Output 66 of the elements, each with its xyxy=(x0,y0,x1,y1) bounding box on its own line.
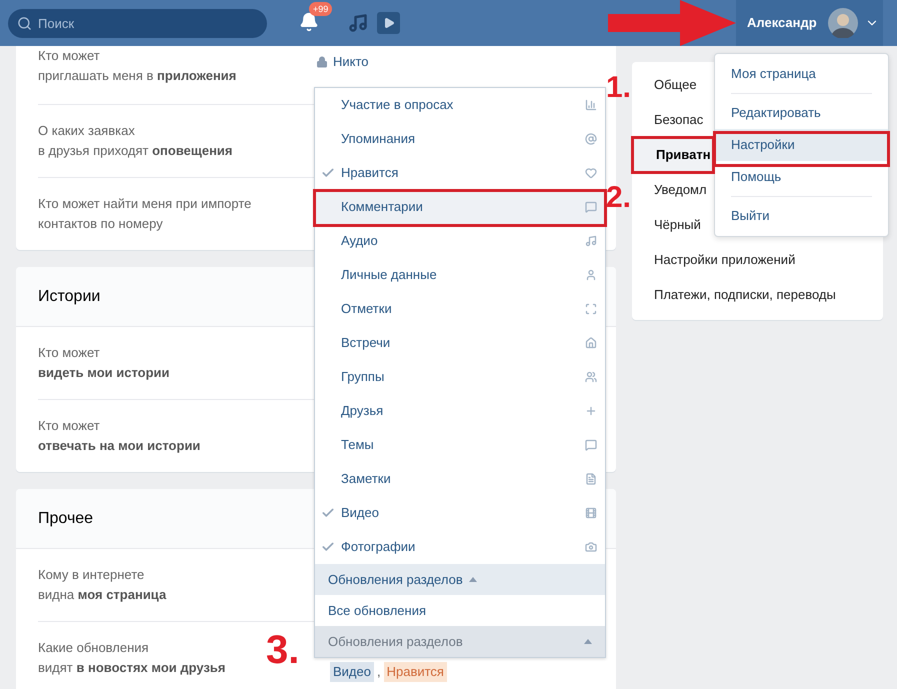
check-icon xyxy=(321,166,335,180)
setting-label: О каких заявках в друзья приходят оповещения xyxy=(38,122,233,160)
caret-icon xyxy=(584,639,592,644)
step-number: 3. xyxy=(266,628,300,672)
privacy-value[interactable]: Никто xyxy=(333,52,369,72)
profile-menu-item[interactable]: Редактировать xyxy=(715,97,888,129)
camera-icon xyxy=(585,541,597,553)
dropdown-option[interactable]: Упоминания xyxy=(315,122,605,156)
section-title: Истории xyxy=(38,286,100,306)
setting-label: Кому в интернете видна моя страница xyxy=(38,566,166,604)
user-menu-button[interactable]: Александр xyxy=(736,0,883,46)
house-icon xyxy=(585,337,597,349)
at-sign-icon xyxy=(585,133,597,145)
dropdown-option[interactable]: Темы xyxy=(315,428,605,462)
check-icon xyxy=(321,540,335,554)
dropdown-option[interactable]: Видео xyxy=(315,496,605,530)
dropdown-option[interactable]: Участие в опросах xyxy=(315,88,605,122)
search-field[interactable]: Поиск xyxy=(8,8,267,38)
settings-menu-item[interactable]: Настройки приложений xyxy=(632,242,883,277)
dropdown-option[interactable]: Заметки xyxy=(315,462,605,496)
caret-icon xyxy=(468,577,477,582)
setting-label: Кто может отвечать на мои истории xyxy=(38,417,200,455)
music-note-icon xyxy=(585,235,597,247)
video-button[interactable] xyxy=(377,12,400,34)
plus-icon xyxy=(585,405,597,417)
settings-menu-item[interactable]: Платежи, подписки, переводы xyxy=(632,277,883,312)
play-icon xyxy=(382,17,394,29)
heart-icon xyxy=(585,167,597,179)
document-icon xyxy=(585,473,597,485)
speech-bubble-icon xyxy=(585,439,597,451)
setting-label: Кто может приглашать меня в приложения xyxy=(38,47,236,85)
dropdown-option[interactable]: Личные данные xyxy=(315,258,605,292)
film-icon xyxy=(585,507,597,519)
setting-label: Кто может найти меня при импорте контактов по номеру xyxy=(38,195,252,233)
dropdown-option[interactable]: Нравится xyxy=(315,156,605,190)
dropdown-option[interactable]: Группы xyxy=(315,360,605,394)
dropdown-option[interactable]: Встречи xyxy=(315,326,605,360)
person-icon xyxy=(585,269,597,281)
lock-icon xyxy=(316,56,328,68)
dropdown-option[interactable]: Комментарии xyxy=(315,190,605,224)
bar-chart-icon xyxy=(585,99,597,111)
frame-corners-icon xyxy=(585,303,597,315)
dropdown-option[interactable]: Фотографии xyxy=(315,530,605,564)
avatar xyxy=(828,8,858,38)
separator: , xyxy=(376,663,381,681)
dropdown-option[interactable]: Все обновления xyxy=(315,595,605,626)
tag[interactable]: Видео xyxy=(330,662,374,682)
profile-menu-item[interactable]: Выйти xyxy=(715,200,888,232)
section-title: Прочее xyxy=(38,508,94,528)
setting-label: Какие обновления видят в новостях мои друзья xyxy=(38,639,226,677)
step-number: 1. xyxy=(606,72,632,104)
bell-icon[interactable] xyxy=(299,12,319,32)
dropdown-option[interactable]: Обновления разделов xyxy=(315,564,605,595)
profile-menu-item[interactable]: Моя страница xyxy=(715,58,888,90)
search-icon xyxy=(17,16,32,30)
dropdown-option[interactable]: Аудио xyxy=(315,224,605,258)
check-icon xyxy=(321,506,335,520)
speech-bubble-icon xyxy=(585,201,597,213)
people-icon xyxy=(585,371,597,383)
setting-label: Кто может видеть мои истории xyxy=(38,344,170,382)
dropdown-option[interactable]: Отметки xyxy=(315,292,605,326)
dropdown-option[interactable]: Друзья xyxy=(315,394,605,428)
music-icon[interactable] xyxy=(348,13,368,33)
step-number: 2. xyxy=(606,182,632,214)
profile-menu-item[interactable]: Настройки xyxy=(715,129,888,161)
notification-badge: +99 xyxy=(309,2,332,16)
